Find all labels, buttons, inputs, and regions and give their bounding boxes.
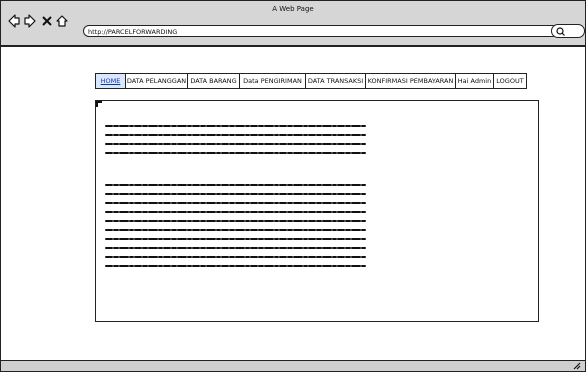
content-panel — [95, 100, 539, 322]
arrow-right-icon[interactable] — [23, 13, 37, 29]
resize-grip-icon[interactable] — [573, 362, 581, 370]
status-bar — [1, 360, 585, 371]
window-title: A Web Page — [272, 5, 314, 13]
nav-home[interactable]: HOME — [96, 74, 126, 88]
browser-window: A Web Page http://PARCELFORWARDING HOME … — [0, 0, 586, 372]
placeholder-text-lines — [105, 125, 367, 267]
nav-data-pengiriman[interactable]: Data PENGIRIMAN — [240, 74, 306, 88]
home-icon[interactable] — [55, 13, 69, 29]
browser-chrome: A Web Page http://PARCELFORWARDING — [1, 1, 585, 47]
nav-data-transaksi[interactable]: DATA TRANSAKSI — [306, 74, 366, 88]
nav-data-pelanggan[interactable]: DATA PELANGGAN — [126, 74, 188, 88]
nav-logout[interactable]: LOGOUT — [494, 74, 526, 88]
search-icon — [556, 27, 565, 36]
nav-konfirmasi-pembayaran[interactable]: KONFIRMASI PEMBAYARAN — [366, 74, 456, 88]
search-toggle[interactable] — [551, 24, 585, 38]
arrow-left-icon[interactable] — [7, 13, 21, 29]
nav-data-barang[interactable]: DATA BARANG — [188, 74, 240, 88]
nav-hai-admin[interactable]: Hai Admin — [456, 74, 494, 88]
main-nav: HOME DATA PELANGGAN DATA BARANG Data PEN… — [95, 73, 527, 89]
address-bar[interactable]: http://PARCELFORWARDING — [83, 25, 555, 37]
close-icon[interactable] — [40, 13, 54, 29]
